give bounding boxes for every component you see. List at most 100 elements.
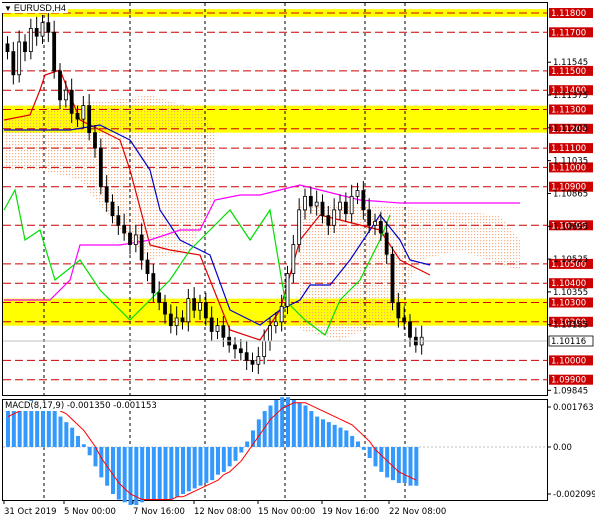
triangle-down-icon: ▼ [4,4,12,13]
price-level-label: 1.11500 [551,67,586,77]
candle-bear [244,352,249,361]
price-tick-label: 1.10865 [553,189,588,199]
macd-bar [245,441,250,447]
candle-bear [233,344,237,350]
macd-bar [315,416,320,447]
time-tick-label: 19 Nov 16:00 [322,507,379,517]
price-tick-label: 1.10355 [553,288,588,298]
price-tick-label: 1.11035 [553,157,588,167]
price-tick-label: 1.11205 [553,124,588,134]
time-tick-label: 15 Nov 00:00 [258,507,315,517]
macd-bar [198,447,203,486]
time-tick-label: 31 Oct 2019 [4,507,57,517]
macd-bar [116,447,121,500]
candle-bull [40,22,45,37]
macd-bar [186,447,191,492]
macd-bar [111,447,115,494]
macd-bar [76,435,80,447]
macd-bar [408,447,413,486]
candle-bear [203,302,208,319]
price-tick-label: 1.10695 [553,222,588,232]
price-tick-label: 1.11375 [553,91,588,101]
candle-bull [285,273,290,307]
candle-bear [221,325,226,338]
price-level-label: 1.11100 [551,144,586,154]
macd-bar [11,405,16,447]
candle-bear [98,147,103,188]
macd-bar [181,447,185,494]
macd-bar [46,405,51,447]
candle-bear [384,232,389,255]
macd-bar [146,447,150,500]
price-chart[interactable]: 1.118001.117001.115001.114001.113001.112… [0,0,595,524]
price-level-label: 1.10300 [551,299,586,309]
price-axis: 1.118001.117001.115001.114001.113001.112… [547,8,594,396]
symbol-label[interactable]: ▼ EURUSD,H4 [2,3,68,13]
candle-bear [87,105,92,134]
price-level-label: 1.09900 [551,376,586,386]
macd-bar [216,447,220,475]
macd-bar [140,447,145,503]
candle-bear [326,215,331,226]
macd-bar [227,447,232,467]
macd-axis: 0.001763 0.00 -0.002099 [547,403,595,500]
price-tick-label: 1.10185 [553,321,588,331]
candle-bull [63,89,68,101]
macd-bar [268,405,273,447]
candle-bear [128,232,132,246]
candle-bear [308,195,313,207]
macd-bar [169,447,174,500]
macd-bar [87,447,92,456]
macd-bar [356,441,360,447]
price-level-label: 1.11800 [551,9,586,19]
candle-bear [145,259,150,274]
candle-bull [373,221,377,226]
macd-bar [239,447,244,453]
candle-bear [168,313,173,327]
candle-bear [11,51,16,76]
main-panel-frame [2,2,548,396]
macd-bar [58,416,63,447]
candle-bear [250,359,255,365]
candle-bull [314,201,319,207]
macd-bar [280,397,285,447]
candle-bull [268,325,272,342]
candle-bear [52,31,57,72]
candle-bull [338,201,342,211]
macd-bar [204,447,209,483]
price-level-label: 1.10000 [551,356,586,366]
macd-tick-label: 0.001763 [553,403,594,413]
price-level-label: 1.11300 [551,106,586,116]
macd-bar [303,405,308,447]
candle-bear [238,348,243,354]
price-tick-label: 1.09845 [553,386,588,396]
macd-bar [391,447,395,481]
macd-bar [291,400,296,447]
candle-bear [46,22,51,33]
candle-bear [163,302,167,315]
candle-bear [23,41,27,53]
cloud-area-left [4,95,215,260]
macd-bar [233,447,238,461]
candle-bear [58,70,62,101]
price-tick-label: 1.11545 [553,58,588,68]
candle-bear [408,321,412,338]
candle-bear [69,89,74,114]
candle-bear [157,292,162,303]
macd-bar [326,422,331,447]
macd-bar [344,430,349,447]
symbol-text: EURUSD,H4 [13,3,66,13]
macd-bar [396,447,401,483]
candle-bear [209,317,214,332]
candle-bull [297,209,302,246]
candle-bull [303,195,307,211]
candle-bull [198,302,202,311]
macd-bar [157,447,162,500]
macd-bar [163,447,168,500]
candle-bear [151,273,156,294]
time-tick-label: 22 Nov 08:00 [389,507,446,517]
price-tick-label: 1.10525 [553,255,588,265]
candle-bear [104,186,109,203]
candle-bear [402,317,407,323]
macd-tick-label: 0.00 [553,443,572,453]
